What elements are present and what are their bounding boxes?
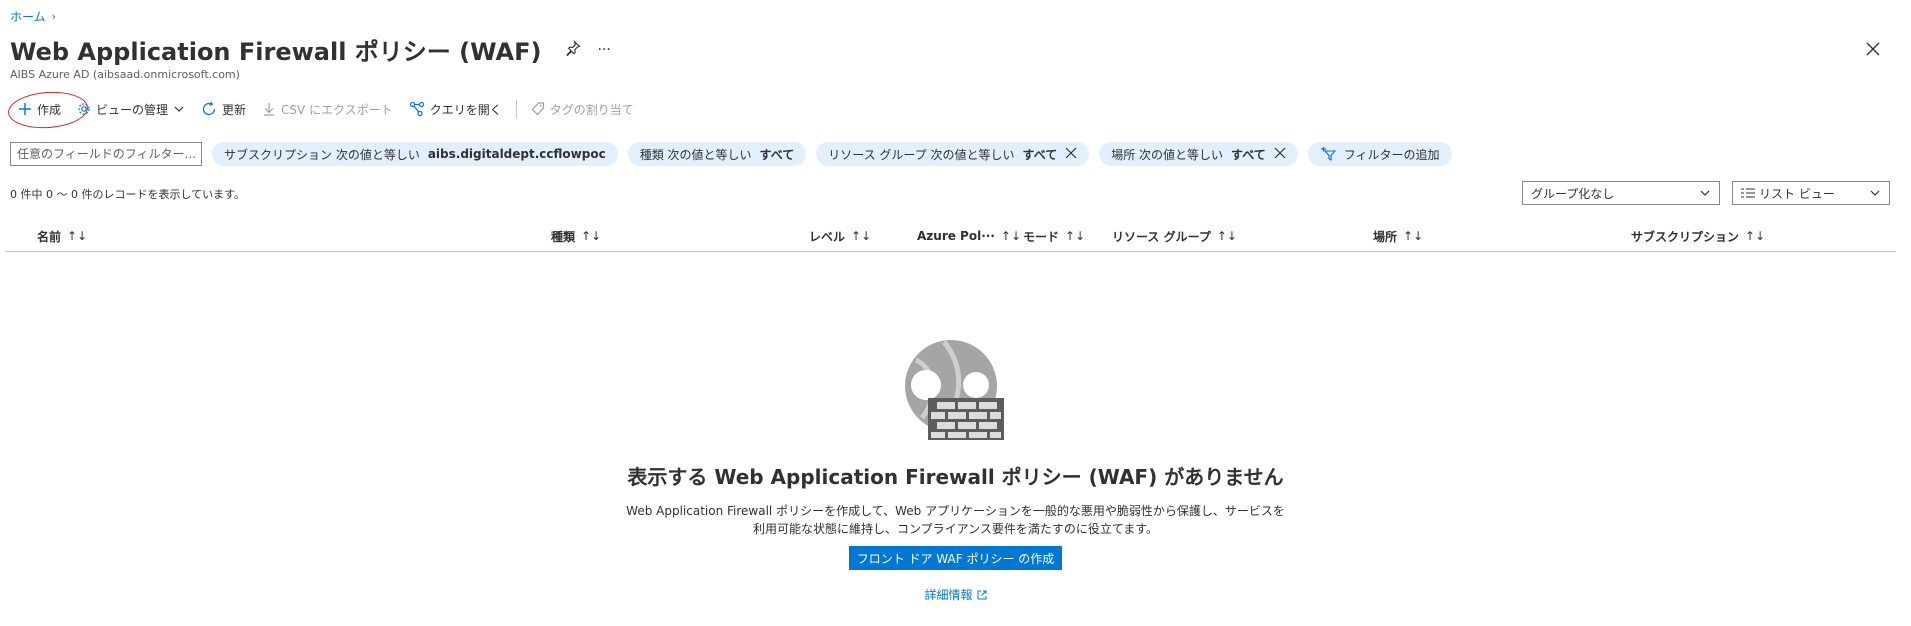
page-header: Web Application Firewall ポリシー (WAF) ··· <box>10 32 611 67</box>
empty-state: 表示する Web Application Firewall ポリシー (WAF)… <box>0 340 1911 603</box>
manage-view-button[interactable]: ビューの管理 <box>69 96 193 122</box>
sort-icon: ↑↓ <box>1216 229 1237 243</box>
column-header-name[interactable]: 名前 ↑↓ <box>37 222 87 250</box>
list-icon <box>1741 188 1755 198</box>
filter-pill-label: サブスクリプション 次の値と等しい <box>224 147 420 162</box>
filter-input[interactable] <box>10 142 202 166</box>
remove-filter-icon[interactable] <box>1065 147 1077 162</box>
column-header-label: 名前 <box>37 229 62 244</box>
breadcrumb-separator: › <box>51 10 57 23</box>
add-filter-icon <box>1320 147 1336 161</box>
filter-pill-value: aibs.digitaldept.ccflowpoc <box>427 147 606 161</box>
refresh-label: 更新 <box>222 102 247 117</box>
manage-view-label: ビューの管理 <box>96 102 169 117</box>
sort-icon: ↑↓ <box>1000 229 1021 243</box>
filter-pill-value: すべて <box>1022 147 1058 162</box>
column-header-label: モード <box>1023 229 1060 244</box>
create-label: 作成 <box>37 102 62 117</box>
column-header-label: 種類 <box>551 229 576 244</box>
chevron-down-icon <box>174 106 184 112</box>
toolbar-divider <box>515 100 517 118</box>
filter-pill-type[interactable]: 種類 次の値と等しい すべて <box>627 142 807 166</box>
open-query-button[interactable]: クエリを開く <box>401 96 510 122</box>
learn-more-link[interactable]: 詳細情報 <box>924 586 986 603</box>
create-front-door-waf-policy-button[interactable]: フロント ドア WAF ポリシー の作成 <box>848 546 1063 570</box>
gear-icon <box>78 103 90 115</box>
refresh-icon <box>202 101 216 116</box>
add-filter-button[interactable]: フィルターの追加 <box>1307 142 1452 166</box>
view-dropdown-value: リスト ビュー <box>1759 186 1835 201</box>
page-title: Web Application Firewall ポリシー (WAF) <box>10 38 542 66</box>
view-dropdown[interactable]: リスト ビュー <box>1732 181 1890 205</box>
column-header-mode[interactable]: モード ↑↓ <box>1023 222 1085 250</box>
filter-pill-location[interactable]: 場所 次の値と等しい すべて <box>1099 142 1298 166</box>
sort-icon: ↑↓ <box>1065 229 1086 243</box>
refresh-button[interactable]: 更新 <box>193 96 254 122</box>
column-header-label: レベル <box>809 229 846 244</box>
download-icon <box>264 103 275 116</box>
record-count: 0 件中 0 ～ 0 件のレコードを表示しています。 <box>10 188 246 201</box>
column-header-subscription[interactable]: サブスクリプション ↑↓ <box>1631 222 1765 250</box>
filter-pill-value: すべて <box>759 147 795 162</box>
column-header-resource-group[interactable]: リソース グループ ↑↓ <box>1112 222 1237 250</box>
remove-filter-icon[interactable] <box>1274 147 1286 162</box>
sort-icon: ↑↓ <box>1745 229 1766 243</box>
filter-pill-resource-group[interactable]: リソース グループ 次の値と等しい すべて <box>816 142 1090 166</box>
view-dropdown-display: リスト ビュー <box>1741 185 1835 202</box>
pin-icon[interactable] <box>565 39 582 60</box>
column-header-label: サブスクリプション <box>1631 229 1740 244</box>
empty-state-description: Web Application Firewall ポリシーを作成して、Web ア… <box>626 504 1285 536</box>
close-icon[interactable] <box>1862 38 1884 60</box>
tag-icon <box>531 102 544 116</box>
empty-state-title: 表示する Web Application Firewall ポリシー (WAF)… <box>627 465 1284 489</box>
open-query-label: クエリを開く <box>429 102 502 117</box>
filter-pill-label: 場所 次の値と等しい <box>1111 147 1224 162</box>
column-header-label: 場所 <box>1373 229 1398 244</box>
column-header-type[interactable]: 種類 ↑↓ <box>551 222 601 250</box>
filter-pill-label: リソース グループ 次の値と等しい <box>828 147 1015 162</box>
sort-icon: ↑↓ <box>67 229 88 243</box>
learn-more-label: 詳細情報 <box>924 588 973 602</box>
export-csv-button[interactable]: CSV にエクスポート <box>254 96 401 122</box>
table-header: 名前 ↑↓ 種類 ↑↓ レベル ↑↓ Azure Pol··· ↑↓ モード ↑… <box>6 222 1896 252</box>
page-subtitle: AIBS Azure AD (aibsaad.onmicrosoft.com) <box>10 68 240 81</box>
column-header-azure-policy[interactable]: Azure Pol··· ↑↓ <box>917 222 1021 250</box>
grouping-dropdown[interactable]: グループ化なし <box>1522 181 1720 205</box>
sort-icon: ↑↓ <box>581 229 602 243</box>
filter-pill-value: すべて <box>1231 147 1266 162</box>
command-bar: 作成 ビューの管理 更新 CSV にエクスポート クエリを開く タグの割り当て <box>10 96 642 122</box>
breadcrumb: ホーム › <box>10 8 56 25</box>
column-header-location[interactable]: 場所 ↑↓ <box>1373 222 1423 250</box>
more-options-icon[interactable]: ··· <box>597 42 610 58</box>
assign-tags-label: タグの割り当て <box>549 102 634 117</box>
add-filter-label: フィルターの追加 <box>1343 147 1440 162</box>
filter-bar: サブスクリプション 次の値と等しい aibs.digitaldept.ccflo… <box>10 142 1452 166</box>
grouping-dropdown-value: グループ化なし <box>1531 186 1615 201</box>
column-header-level[interactable]: レベル ↑↓ <box>809 222 871 250</box>
filter-pill-subscription[interactable]: サブスクリプション 次の値と等しい aibs.digitaldept.ccflo… <box>212 142 618 166</box>
chevron-down-icon <box>1700 190 1710 196</box>
sort-icon: ↑↓ <box>1403 229 1424 243</box>
export-csv-label: CSV にエクスポート <box>281 102 393 117</box>
filter-pill-label: 種類 次の値と等しい <box>639 147 752 162</box>
breadcrumb-home-link[interactable]: ホーム <box>10 8 46 25</box>
waf-illustration-icon <box>904 340 1008 443</box>
column-header-label: Azure Pol··· <box>917 229 995 243</box>
assign-tags-button[interactable]: タグの割り当て <box>523 96 642 122</box>
create-button[interactable]: 作成 <box>10 96 69 122</box>
query-icon <box>409 101 424 117</box>
column-header-label: リソース グループ <box>1112 229 1211 244</box>
chevron-down-icon <box>1870 190 1880 196</box>
plus-icon <box>19 103 31 115</box>
external-link-icon <box>977 590 986 599</box>
sort-icon: ↑↓ <box>851 229 872 243</box>
